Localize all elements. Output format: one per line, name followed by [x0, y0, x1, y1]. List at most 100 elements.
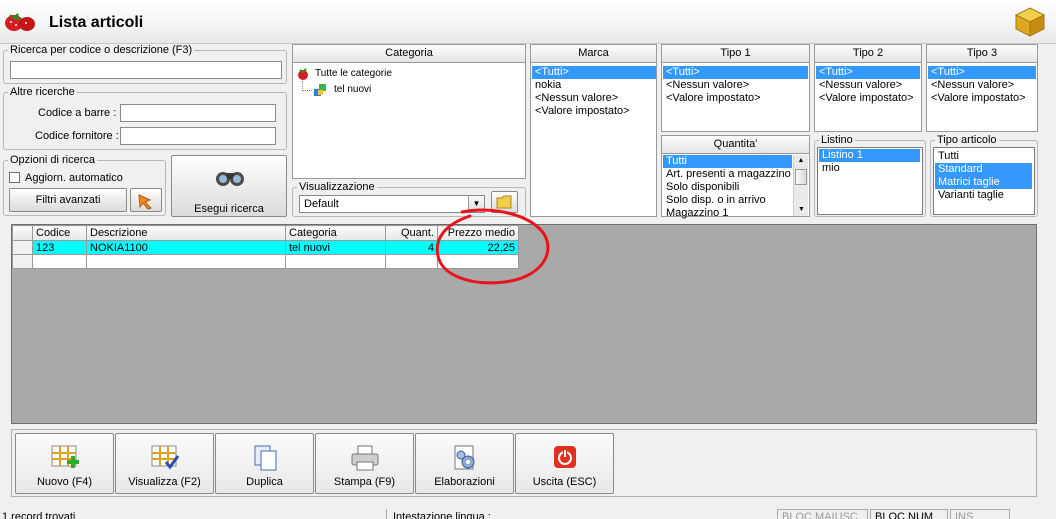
cell-empty[interactable]	[285, 254, 386, 269]
type3-panel: Tipo 3 <Tutti> <Nessun valore> <Valore i…	[926, 44, 1038, 132]
cell-descrizione[interactable]: NOKIA1100	[86, 240, 286, 255]
brand-item[interactable]: nokia	[532, 79, 656, 92]
search-legend: Ricerca per codice o descrizione (F3)	[8, 44, 195, 56]
type1-list: <Tutti> <Nessun valore> <Valore impostat…	[663, 66, 808, 105]
print-button[interactable]: Stampa (F9)	[315, 433, 414, 494]
quantity-item[interactable]: Tutti	[663, 155, 792, 168]
item-type-box: Tutti Standard Matrici taglie Varianti t…	[933, 147, 1035, 215]
run-search-button[interactable]: Esegui ricerca	[171, 155, 287, 217]
price-list-item[interactable]: Listino 1	[819, 149, 920, 162]
processing-button-label: Elaborazioni	[434, 476, 495, 488]
brand-item[interactable]: <Nessun valore>	[532, 92, 656, 105]
row-selector-header	[12, 225, 33, 241]
auto-update-label: Aggiorn. automatico	[25, 172, 123, 184]
tree-line	[302, 90, 312, 91]
cell-empty[interactable]	[385, 254, 438, 269]
brand-item[interactable]: <Valore impostato>	[532, 105, 656, 118]
auto-update-checkbox[interactable]	[9, 172, 20, 183]
column-header-codice[interactable]: Codice	[32, 225, 87, 241]
item-type-legend: Tipo articolo	[935, 134, 999, 146]
binoculars-icon	[216, 172, 244, 186]
barcode-input[interactable]	[120, 104, 276, 122]
brand-item[interactable]: <Tutti>	[532, 66, 656, 79]
scroll-down-icon[interactable]: ▼	[794, 204, 809, 216]
type2-list: <Tutti> <Nessun valore> <Valore impostat…	[816, 66, 920, 105]
printer-icon	[351, 445, 379, 471]
type1-item[interactable]: <Tutti>	[663, 66, 808, 79]
duplicate-button[interactable]: Duplica	[215, 433, 314, 494]
type2-item[interactable]: <Nessun valore>	[816, 79, 920, 92]
duplicate-button-label: Duplica	[246, 476, 283, 488]
item-type-item[interactable]: Tutti	[935, 150, 1032, 163]
category-child-item[interactable]: tel nuovi	[334, 84, 371, 95]
quantity-item[interactable]: Solo disponibili	[663, 181, 792, 194]
column-header-quant[interactable]: Quant.	[385, 225, 438, 241]
column-header-categoria[interactable]: Categoria	[285, 225, 386, 241]
type2-header: Tipo 2	[815, 45, 921, 63]
cell-quant[interactable]: 4	[385, 240, 438, 255]
strawberry-icon	[5, 13, 35, 31]
brand-header: Marca	[531, 45, 656, 63]
cell-empty[interactable]	[86, 254, 286, 269]
type3-item[interactable]: <Tutti>	[928, 66, 1036, 79]
price-list-legend: Listino	[819, 134, 855, 146]
cell-codice[interactable]: 123	[32, 240, 87, 255]
status-insert: INS	[950, 509, 1010, 519]
item-type-item[interactable]: Matrici taglie	[935, 176, 1032, 189]
quantity-scrollbar[interactable]: ▲ ▼	[793, 155, 808, 216]
brand-panel: Marca <Tutti> nokia <Nessun valore> <Val…	[530, 44, 657, 217]
advanced-filters-button[interactable]: Filtri avanzati	[9, 188, 127, 212]
quantity-item[interactable]: Art. presenti a magazzino	[663, 168, 792, 181]
power-icon	[554, 446, 576, 468]
other-search-legend: Altre ricerche	[8, 86, 77, 98]
row-selector[interactable]	[12, 254, 33, 269]
view-button-label: Visualizza (F2)	[128, 476, 201, 488]
status-bar: 1 record trovati Intestazione lingua : B…	[0, 509, 1056, 519]
row-selector[interactable]	[12, 240, 33, 255]
quantity-item[interactable]: Solo disp. o in arrivo	[663, 194, 792, 207]
processing-button[interactable]: Elaborazioni	[415, 433, 514, 494]
type3-item[interactable]: <Valore impostato>	[928, 92, 1036, 105]
type3-item[interactable]: <Nessun valore>	[928, 79, 1036, 92]
filter-clear-button[interactable]	[130, 188, 162, 212]
search-options-legend: Opzioni di ricerca	[8, 154, 97, 166]
type2-item[interactable]: <Valore impostato>	[816, 92, 920, 105]
type3-header: Tipo 3	[927, 45, 1037, 63]
column-header-descrizione[interactable]: Descrizione	[86, 225, 286, 241]
price-list-item[interactable]: mio	[819, 162, 920, 175]
quantity-panel: Quantita' Tutti Art. presenti a magazzin…	[661, 135, 810, 220]
type2-panel: Tipo 2 <Tutti> <Nessun valore> <Valore i…	[814, 44, 922, 132]
category-root-item[interactable]: Tutte le categorie	[315, 68, 392, 79]
type1-header: Tipo 1	[662, 45, 809, 63]
exit-button[interactable]: Uscita (ESC)	[515, 433, 614, 494]
search-input[interactable]	[10, 61, 282, 79]
scroll-up-icon[interactable]: ▲	[794, 155, 808, 167]
bottom-toolbar: Nuovo (F4) Visualizza (F2) Duplica Stamp…	[11, 429, 1037, 497]
cell-empty[interactable]	[32, 254, 87, 269]
type1-panel: Tipo 1 <Tutti> <Nessun valore> <Valore i…	[661, 44, 810, 132]
type1-item[interactable]: <Nessun valore>	[663, 79, 808, 92]
supplier-code-input[interactable]	[120, 127, 276, 145]
quantity-item[interactable]: Magazzino 1	[663, 207, 792, 220]
category-panel: Categoria Tutte le categorie tel nuovi	[292, 44, 526, 179]
quantity-header: Quantita'	[662, 136, 809, 154]
print-button-label: Stampa (F9)	[333, 476, 396, 488]
type2-item[interactable]: <Tutti>	[816, 66, 920, 79]
item-type-item[interactable]: Varianti taglie	[935, 189, 1032, 202]
new-button-label: Nuovo (F4)	[36, 476, 93, 488]
view-select-value: Default	[304, 198, 339, 210]
category-header: Categoria	[293, 45, 525, 63]
brand-list: <Tutti> nokia <Nessun valore> <Valore im…	[532, 66, 656, 118]
scroll-thumb[interactable]	[795, 169, 807, 185]
gear-document-icon	[454, 445, 475, 470]
status-num-lock: BLOC NUM	[870, 509, 948, 519]
annotation-circle	[435, 208, 550, 285]
view-button[interactable]: Visualizza (F2)	[115, 433, 214, 494]
type1-item[interactable]: <Valore impostato>	[663, 92, 808, 105]
new-button[interactable]: Nuovo (F4)	[15, 433, 114, 494]
status-caps-lock: BLOC MAIUSC	[777, 509, 868, 519]
run-search-label: Esegui ricerca	[194, 203, 264, 215]
cell-categoria[interactable]: tel nuovi	[285, 240, 386, 255]
item-type-item[interactable]: Standard	[935, 163, 1032, 176]
new-grid-icon	[51, 445, 79, 468]
